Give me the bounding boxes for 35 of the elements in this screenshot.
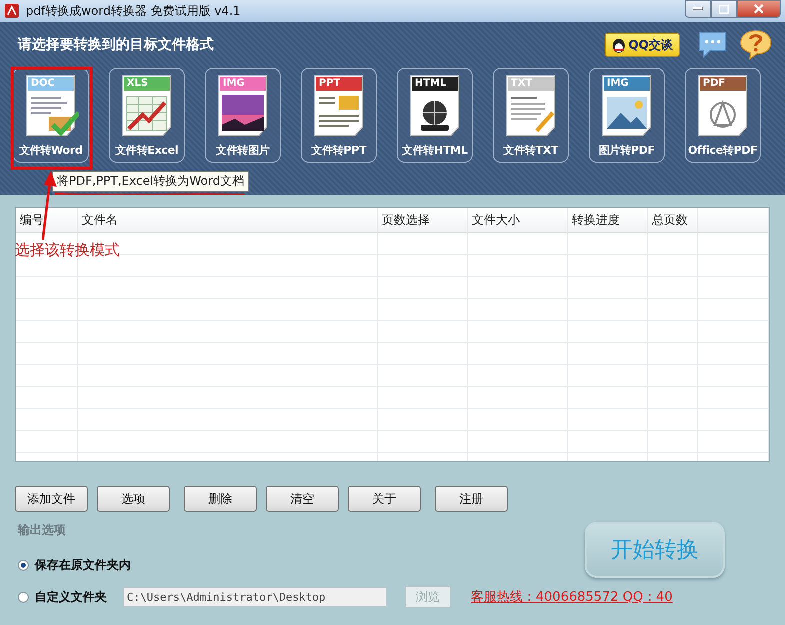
format-tile-button[interactable]: IMG 图片转PDF [589,68,665,163]
format-label: XLS [127,77,148,91]
format-tile-button[interactable]: PDF Office转PDF [685,68,761,163]
format-tile-button[interactable]: DOC 文件转Word [13,68,89,163]
format-label: HTML [415,77,447,91]
format-label: PDF [703,77,726,91]
annotation-text: 选择该转换模式 [15,241,120,260]
toolbar-button[interactable]: 删除 [184,486,257,512]
toolbar-button[interactable]: 关于 [348,486,421,512]
toolbar-button[interactable]: 注册 [435,486,508,512]
format-tile-button[interactable]: IMG 文件转图片 [205,68,281,163]
format-tile-button[interactable]: XLS 文件转Excel [109,68,185,163]
toolbar-button[interactable]: 清空 [266,486,339,512]
column-header[interactable]: 文件名 [78,208,378,233]
qq-chat-button[interactable]: QQ交谈 [604,33,680,57]
radio-label: 保存在原文件夹内 [35,557,131,574]
format-tile-button[interactable]: PPT 文件转PPT [301,68,377,163]
format-label: PPT [319,77,340,91]
toolbar-button[interactable]: 选项 [97,486,170,512]
format-label: IMG [607,77,629,91]
format-prompt: 请选择要转换到的目标文件格式 [18,36,214,54]
tooltip: 将PDF,PPT,Excel转换为Word文档 [52,171,250,192]
format-label: IMG [223,77,245,91]
radio-label: 自定义文件夹 [35,588,107,606]
folder-path-field[interactable]: C:\Users\Administrator\Desktop [123,587,387,607]
window-title: pdf转换成word转换器 免费试用版 v4.1 [26,2,241,20]
column-header[interactable]: 文件大小 [468,208,568,233]
column-header[interactable]: 编号 [16,208,78,233]
column-header[interactable]: 页数选择 [378,208,468,233]
column-header[interactable]: 总页数 [648,208,698,233]
output-options-heading: 输出选项 [18,522,67,539]
format-tile-button[interactable]: HTML 文件转HTML [397,68,473,163]
format-label: DOC [31,77,56,91]
column-header[interactable]: 转换进度 [568,208,648,233]
toolbar-button[interactable]: 添加文件 [15,486,88,512]
